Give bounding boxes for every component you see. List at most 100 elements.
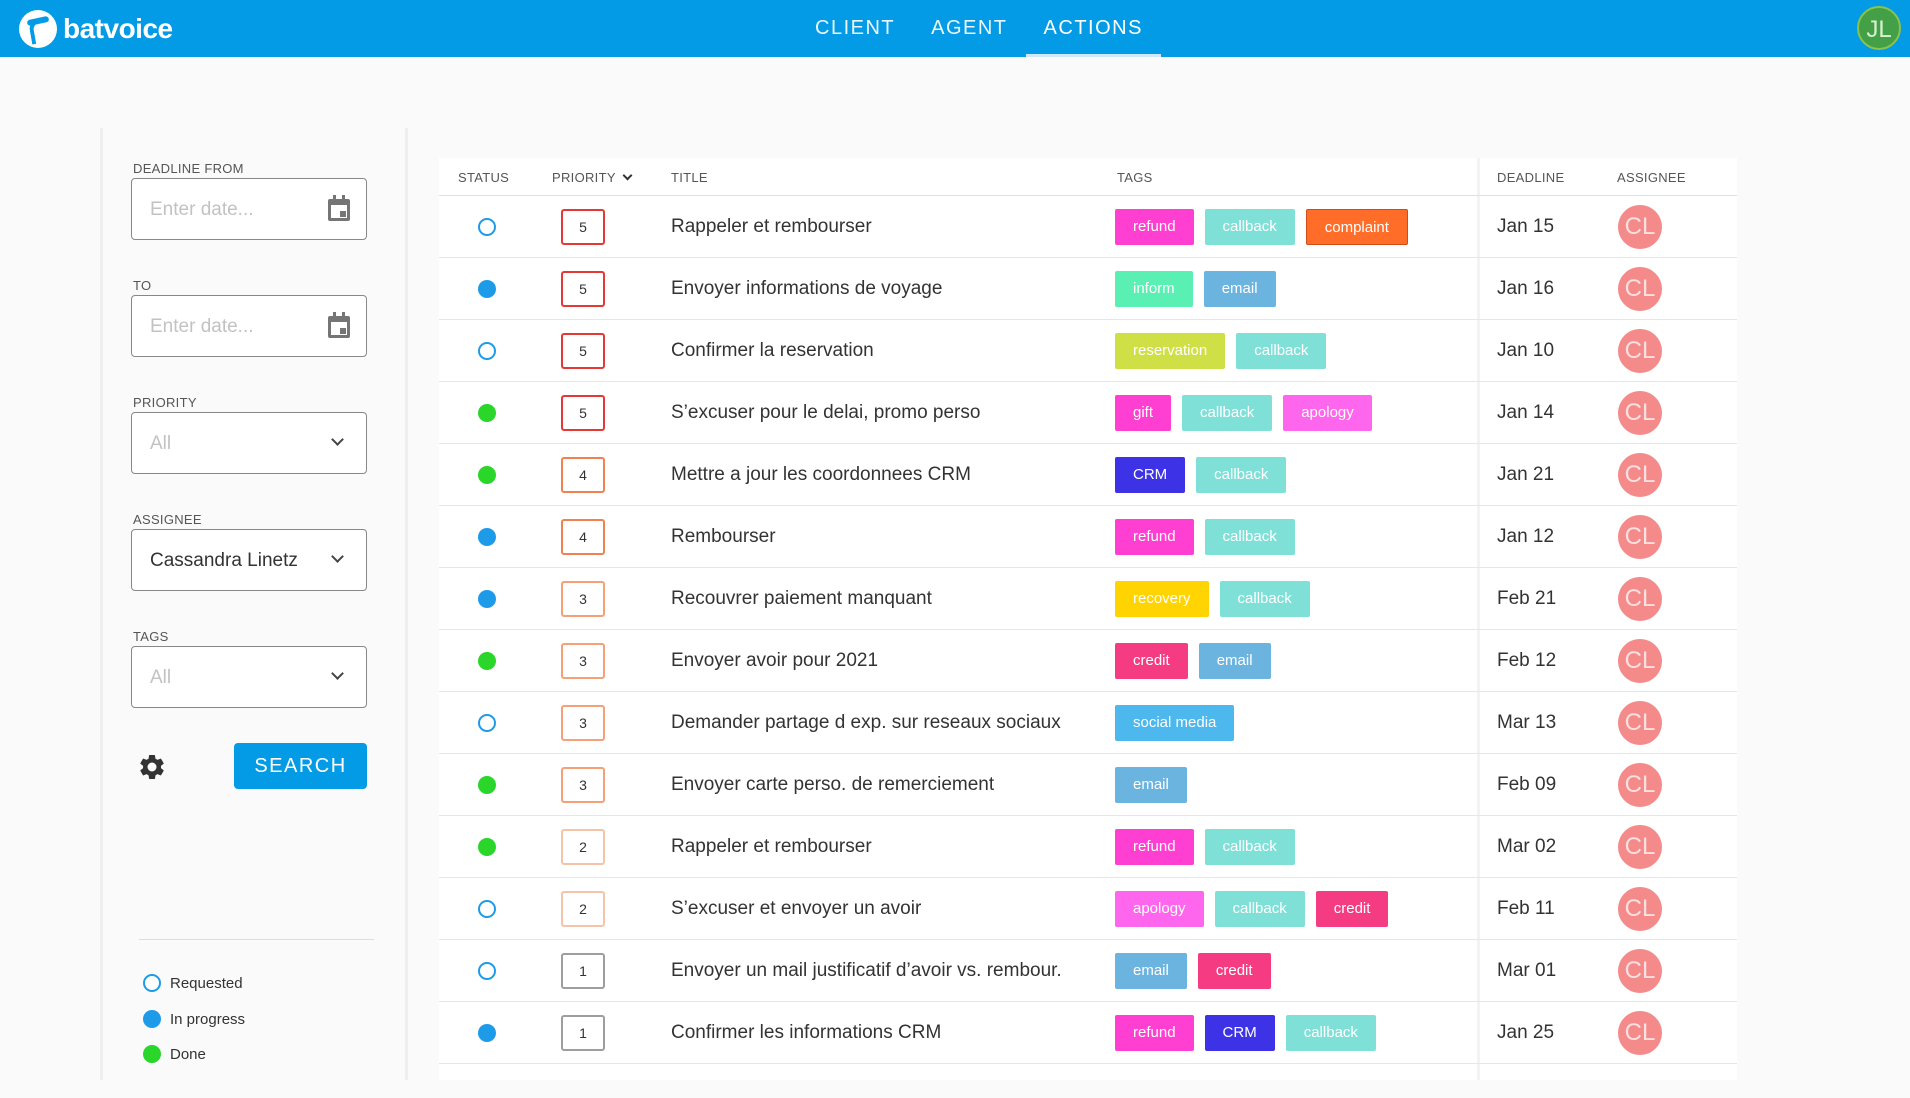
assignee-avatar[interactable]: CL <box>1618 639 1662 683</box>
action-title[interactable]: Mettre a jour les coordonnees CRM <box>671 464 971 486</box>
status-icon[interactable] <box>478 342 496 360</box>
header-assignee[interactable]: ASSIGNEE <box>1617 170 1686 185</box>
tab-client[interactable]: CLIENT <box>797 0 913 57</box>
status-icon[interactable] <box>478 900 496 918</box>
tag-chip[interactable]: callback <box>1285 1015 1376 1051</box>
status-icon[interactable] <box>478 838 496 856</box>
search-button[interactable]: SEARCH <box>234 743 367 789</box>
status-icon[interactable] <box>478 218 496 236</box>
tag-chip[interactable]: apology <box>1283 395 1372 431</box>
assignee-avatar[interactable]: CL <box>1618 515 1662 559</box>
table-row[interactable]: 1 Confirmer les informations CRM refund CRM… <box>439 1002 1737 1064</box>
tags-select[interactable]: All <box>131 646 367 708</box>
calendar-icon[interactable] <box>328 195 350 221</box>
user-avatar[interactable]: JL <box>1857 6 1901 50</box>
action-title[interactable]: Demander partage d exp. sur reseaux soci… <box>671 712 1061 734</box>
action-title[interactable]: Confirmer la reservation <box>671 340 874 362</box>
assignee-avatar[interactable]: CL <box>1618 391 1662 435</box>
tag-chip[interactable]: refund <box>1115 829 1194 865</box>
status-icon[interactable] <box>478 280 496 298</box>
action-title[interactable]: Envoyer carte perso. de remerciement <box>671 774 994 796</box>
table-row[interactable]: 3 Recouvrer paiement manquant recovery call… <box>439 568 1737 630</box>
tag-chip[interactable]: reservation <box>1115 333 1226 369</box>
assignee-avatar[interactable]: CL <box>1618 887 1662 931</box>
header-deadline[interactable]: DEADLINE <box>1497 170 1564 185</box>
status-icon[interactable] <box>478 528 496 546</box>
header-priority[interactable]: PRIORITY <box>552 170 633 185</box>
tag-chip[interactable]: refund <box>1115 1015 1194 1051</box>
action-title[interactable]: Rappeler et rembourser <box>671 836 872 858</box>
assignee-avatar[interactable]: CL <box>1618 577 1662 621</box>
tag-chip[interactable]: callback <box>1196 457 1287 493</box>
header-tags[interactable]: TAGS <box>1117 170 1153 185</box>
table-row[interactable]: 5 Envoyer informations de voyage inform ema… <box>439 258 1737 320</box>
assignee-avatar[interactable]: CL <box>1618 267 1662 311</box>
header-status[interactable]: STATUS <box>458 170 509 185</box>
tab-actions[interactable]: ACTIONS <box>1025 0 1162 57</box>
tag-chip[interactable]: CRM <box>1204 1015 1275 1051</box>
tag-chip[interactable]: callback <box>1204 829 1295 865</box>
assignee-avatar[interactable]: CL <box>1618 701 1662 745</box>
table-row[interactable]: 3 Envoyer carte perso. de remerciement ema… <box>439 754 1737 816</box>
tag-chip[interactable]: credit <box>1197 953 1271 989</box>
tag-chip[interactable]: email <box>1115 953 1187 989</box>
header-title[interactable]: TITLE <box>671 170 708 185</box>
gear-icon[interactable] <box>137 752 167 782</box>
table-row[interactable]: 5 Confirmer la reservation reservation call… <box>439 320 1737 382</box>
action-title[interactable]: Rembourser <box>671 526 776 548</box>
tag-chip[interactable]: credit <box>1315 891 1389 927</box>
assignee-avatar[interactable]: CL <box>1618 329 1662 373</box>
sort-chevron-icon[interactable] <box>622 170 633 181</box>
assignee-avatar[interactable]: CL <box>1618 453 1662 497</box>
status-icon[interactable] <box>478 404 496 422</box>
action-title[interactable]: Envoyer un mail justificatif d’avoir vs.… <box>671 960 1062 982</box>
table-row[interactable]: 4 Rembourser refund callback Jan 12 CL <box>439 506 1737 568</box>
table-row[interactable]: 5 Rappeler et rembourser refund callback com… <box>439 196 1737 258</box>
priority-select[interactable]: All <box>131 412 367 474</box>
status-icon[interactable] <box>478 714 496 732</box>
tag-chip[interactable]: email <box>1198 643 1271 679</box>
action-title[interactable]: Rappeler et rembourser <box>671 216 872 238</box>
action-title[interactable]: Recouvrer paiement manquant <box>671 588 932 610</box>
status-icon[interactable] <box>478 776 496 794</box>
assignee-select[interactable]: Cassandra Linetz <box>131 529 367 591</box>
status-icon[interactable] <box>478 652 496 670</box>
table-row[interactable]: 4 Mettre a jour les coordonnees CRM CRM cal… <box>439 444 1737 506</box>
tag-chip[interactable]: callback <box>1204 209 1295 245</box>
assignee-avatar[interactable]: CL <box>1618 949 1662 993</box>
tag-chip[interactable]: email <box>1203 271 1276 307</box>
tag-chip[interactable]: inform <box>1115 271 1193 307</box>
tag-chip[interactable]: recovery <box>1115 581 1209 617</box>
brand-logo[interactable]: batvoice <box>19 10 173 48</box>
status-icon[interactable] <box>478 962 496 980</box>
table-row[interactable]: 3 Demander partage d exp. sur reseaux soc… <box>439 692 1737 754</box>
action-title[interactable]: S’excuser pour le delai, promo perso <box>671 402 980 424</box>
tag-chip[interactable]: refund <box>1115 209 1194 245</box>
tag-chip[interactable]: email <box>1115 767 1187 803</box>
tag-chip[interactable]: social media <box>1115 705 1235 741</box>
status-icon[interactable] <box>478 466 496 484</box>
tag-chip[interactable]: callback <box>1204 519 1295 555</box>
table-row[interactable]: 2 S’excuser et envoyer un avoir apology cal… <box>439 878 1737 940</box>
assignee-avatar[interactable]: CL <box>1618 763 1662 807</box>
assignee-avatar[interactable]: CL <box>1618 1011 1662 1055</box>
tag-chip[interactable]: CRM <box>1115 457 1186 493</box>
action-title[interactable]: Envoyer avoir pour 2021 <box>671 650 878 672</box>
table-row[interactable]: 3 Envoyer avoir pour 2021 credit email Feb 1… <box>439 630 1737 692</box>
tab-agent[interactable]: AGENT <box>913 0 1025 57</box>
status-icon[interactable] <box>478 590 496 608</box>
assignee-avatar[interactable]: CL <box>1618 825 1662 869</box>
action-title[interactable]: Envoyer informations de voyage <box>671 278 942 300</box>
tag-chip[interactable]: callback <box>1236 333 1327 369</box>
tag-chip[interactable]: refund <box>1115 519 1194 555</box>
deadline-from-field[interactable]: Enter date... <box>131 178 367 240</box>
tag-chip[interactable]: callback <box>1219 581 1310 617</box>
table-row[interactable]: 2 Rappeler et rembourser refund callback Mar… <box>439 816 1737 878</box>
tag-chip[interactable]: complaint <box>1305 209 1408 245</box>
action-title[interactable]: S’excuser et envoyer un avoir <box>671 898 921 920</box>
tag-chip[interactable]: gift <box>1115 395 1172 431</box>
deadline-to-field[interactable]: Enter date... <box>131 295 367 357</box>
table-row[interactable]: 1 Envoyer un mail justificatif d’avoir vs… <box>439 940 1737 1002</box>
table-row[interactable]: 5 S’excuser pour le delai, promo perso gif… <box>439 382 1737 444</box>
tag-chip[interactable]: callback <box>1214 891 1305 927</box>
